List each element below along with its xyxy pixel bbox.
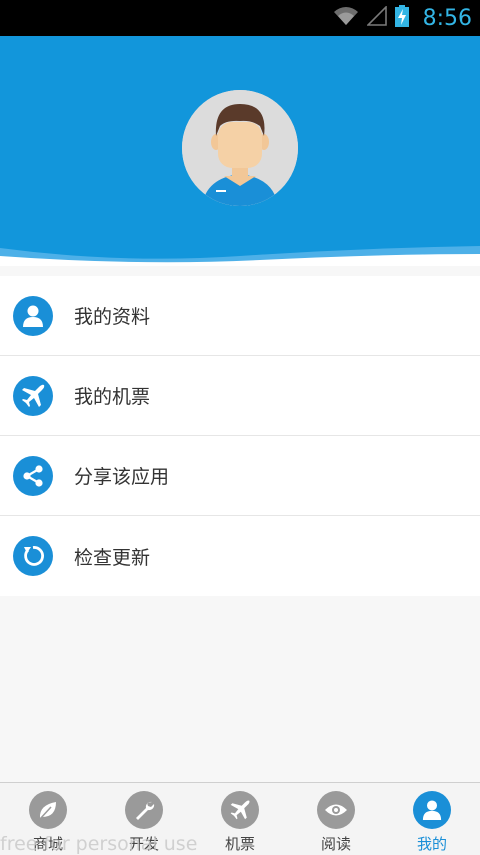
battery-charging-icon: [394, 5, 409, 31]
refresh-icon: [13, 536, 53, 576]
menu-item-label: 我的资料: [74, 306, 151, 328]
wrench-icon: [125, 791, 163, 829]
tab-mine[interactable]: 我的: [384, 783, 480, 855]
wifi-icon: [333, 6, 359, 30]
user-avatar[interactable]: [182, 90, 298, 206]
share-icon: [13, 455, 53, 496]
profile-menu: 我的资料 我的机票 分享该应用 检查更新: [0, 276, 480, 596]
tab-tickets[interactable]: 机票: [192, 783, 288, 855]
tab-label: 我的: [416, 835, 447, 853]
tab-label: 机票: [224, 835, 255, 853]
person-icon: [13, 295, 53, 336]
menu-item-share[interactable]: 分享该应用: [0, 436, 480, 516]
status-icons: 8:56: [333, 0, 472, 36]
airplane-icon: [13, 375, 53, 416]
menu-item-label: 我的机票: [74, 386, 151, 408]
eye-icon: [317, 791, 355, 829]
tab-label: 阅读: [320, 835, 351, 853]
leaf-icon: [29, 791, 67, 829]
header-wave: [0, 246, 480, 266]
menu-item-label: 分享该应用: [74, 466, 170, 488]
status-bar: 8:56: [0, 0, 480, 36]
status-time: 8:56: [422, 5, 472, 31]
person-icon: [413, 791, 451, 829]
profile-header: [0, 36, 480, 266]
tab-mall[interactable]: 商城: [0, 783, 96, 855]
menu-item-tickets[interactable]: 我的机票: [0, 356, 480, 436]
tab-develop[interactable]: 开发: [96, 783, 192, 855]
menu-item-label: 检查更新: [74, 546, 151, 569]
signal-icon: [365, 5, 387, 30]
bottom-tab-bar: 商城 开发 机票 阅读 我的: [0, 782, 480, 855]
tab-label: 开发: [128, 835, 159, 853]
tab-reading[interactable]: 阅读: [288, 783, 384, 855]
airplane-icon: [221, 791, 259, 829]
menu-item-update[interactable]: 检查更新: [0, 516, 480, 596]
menu-item-profile[interactable]: 我的资料: [0, 276, 480, 356]
tab-label: 商城: [32, 835, 63, 853]
